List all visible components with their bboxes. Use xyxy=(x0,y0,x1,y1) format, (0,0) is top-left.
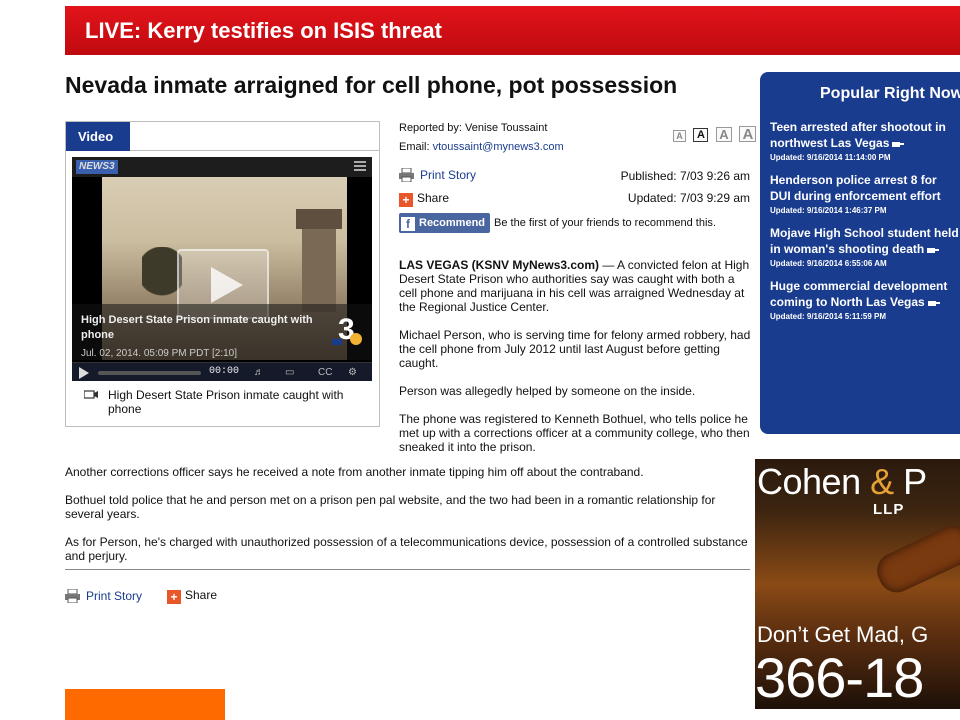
text-size-large[interactable]: A xyxy=(739,126,757,142)
popular-item[interactable]: Henderson police arrest 8 for DUI during… xyxy=(770,172,960,215)
popular-item[interactable]: Teen arrested after shootout in northwes… xyxy=(770,119,960,162)
byline: Reported by: Venise Toussaint xyxy=(399,122,548,134)
story-paragraph: LAS VEGAS (KSNV MyNews3.com) — A convict… xyxy=(399,258,750,314)
player-controls: 00:00 ♬ ▭ CC ⚙ xyxy=(72,362,372,381)
footer-promo-block[interactable] xyxy=(65,689,225,720)
video-box: Video NEWS3 High Desert State Prison inm… xyxy=(65,121,380,427)
updated-date: Updated: 7/03 9:29 am xyxy=(627,191,750,205)
story-paragraph: Bothuel told police that he and person m… xyxy=(65,493,716,521)
popular-item-updated: Updated: 9/16/2014 11:14:00 PM xyxy=(770,153,891,162)
pointing-hand-icon xyxy=(927,248,940,253)
ad-phone-number: 366-18 xyxy=(755,646,924,709)
story-paragraph: Person was allegedly helped by someone o… xyxy=(399,384,696,398)
reporter-email-link[interactable]: vtoussaint@mynews3.com xyxy=(433,141,564,153)
recommend-label[interactable]: Recommend xyxy=(419,217,485,229)
settings-icon[interactable]: ⚙ xyxy=(348,366,357,379)
story-paragraph: As for Person, he's charged with unautho… xyxy=(65,535,748,563)
email-label: Email: xyxy=(399,141,430,153)
progress-bar[interactable] xyxy=(98,371,201,375)
plus-icon: + xyxy=(399,193,413,207)
text-size-controls: A A A A xyxy=(673,124,759,142)
pointing-hand-icon xyxy=(927,301,940,306)
story-body-column: LAS VEGAS (KSNV MyNews3.com) — A convict… xyxy=(399,258,754,468)
video-overlay-date: Jul. 02, 2014. 05:09 PM PDT [2:10] xyxy=(81,348,238,359)
popular-list: Teen arrested after shootout in northwes… xyxy=(770,119,960,331)
video-caption[interactable]: High Desert State Prison inmate caught w… xyxy=(84,388,364,416)
story-paragraph: The phone was registered to Kenneth Both… xyxy=(399,412,750,454)
popular-item-link[interactable]: Henderson police arrest 8 for DUI during… xyxy=(770,172,960,204)
article-headline: Nevada inmate arraigned for cell phone, … xyxy=(65,72,678,98)
camera-icon xyxy=(84,390,98,399)
popular-title: Popular Right Now xyxy=(820,85,960,102)
story-paragraph: Michael Person, who is serving time for … xyxy=(399,328,751,370)
print-story-link[interactable]: Print Story xyxy=(399,168,476,182)
popular-item[interactable]: Mojave High School student held in woman… xyxy=(770,225,960,268)
share-label[interactable]: Share xyxy=(417,191,449,205)
popular-item-link[interactable]: Teen arrested after shootout in northwes… xyxy=(770,119,960,151)
video-overlay-title: High Desert State Prison inmate caught w… xyxy=(81,314,313,341)
share-link-bottom[interactable]: + Share xyxy=(167,588,217,604)
popular-item-link[interactable]: Huge commercial development coming to No… xyxy=(770,278,960,310)
ad-firm-name: Cohen & P xyxy=(757,461,927,502)
popular-item-link[interactable]: Mojave High School student held in woman… xyxy=(770,225,960,257)
popular-item-updated: Updated: 9/16/2014 1:46:37 PM xyxy=(770,206,887,215)
story-body-full: Another corrections officer says he rece… xyxy=(65,465,755,577)
video-tabs: Video xyxy=(66,122,379,151)
menu-icon[interactable] xyxy=(354,161,366,173)
printer-icon xyxy=(65,589,80,603)
text-size-medium[interactable]: A xyxy=(715,127,732,142)
popular-item-updated: Updated: 9/16/2014 6:55:06 AM xyxy=(770,259,887,268)
play-small-icon[interactable] xyxy=(79,367,89,379)
gavel-image xyxy=(871,519,960,599)
news3-logo: NEWS3 xyxy=(76,160,118,174)
recommend-button[interactable]: f Recommend xyxy=(399,213,491,233)
volume-icon[interactable]: ♬ xyxy=(254,366,264,379)
story-paragraph: Another corrections officer says he rece… xyxy=(65,465,644,479)
popular-item[interactable]: Huge commercial development coming to No… xyxy=(770,278,960,321)
popular-right-now-panel: Popular Right Now Teen arrested after sh… xyxy=(760,72,960,434)
law-firm-ad[interactable]: Cohen & P LLP Don’t Get Mad, G 366-18 xyxy=(755,459,960,709)
text-size-small[interactable]: A xyxy=(693,128,709,142)
share-link[interactable]: + Share xyxy=(399,191,449,207)
print-story-link-bottom[interactable]: Print Story xyxy=(65,589,142,603)
tab-video[interactable]: Video xyxy=(66,122,130,151)
recommend-text: Be the first of your friends to recommen… xyxy=(494,217,716,229)
facebook-recommend: f Recommend Be the first of your friends t… xyxy=(399,213,716,233)
print-story-label[interactable]: Print Story xyxy=(86,589,142,603)
share-label[interactable]: Share xyxy=(185,588,217,602)
print-story-label[interactable]: Print Story xyxy=(420,168,476,182)
email-line: Email: vtoussaint@mynews3.com xyxy=(399,141,564,153)
breaking-news-banner[interactable]: LIVE: Kerry testifies on ISIS threat xyxy=(65,6,960,55)
guard-tower xyxy=(296,209,342,312)
popular-item-updated: Updated: 9/16/2014 5:11:59 PM xyxy=(770,312,887,321)
cc-button[interactable]: CC xyxy=(318,366,332,379)
time-display: 00:00 xyxy=(209,366,240,377)
ad-llp: LLP xyxy=(873,501,905,518)
video-caption-text[interactable]: High Desert State Prison inmate caught w… xyxy=(108,388,364,416)
printer-icon xyxy=(399,168,414,182)
station-logo-icon: 3 xyxy=(332,313,362,346)
plus-icon: + xyxy=(167,590,181,604)
divider xyxy=(65,569,750,570)
published-date: Published: 7/03 9:26 am xyxy=(620,169,750,183)
facebook-icon: f xyxy=(401,217,415,231)
text-size-xsmall[interactable]: A xyxy=(673,130,686,142)
player-topbar: NEWS3 xyxy=(72,157,372,177)
fullscreen-icon[interactable]: ▭ xyxy=(285,366,294,379)
pointing-hand-icon xyxy=(892,142,905,147)
dateline: LAS VEGAS (KSNV MyNews3.com) xyxy=(399,258,600,272)
video-player[interactable]: NEWS3 High Desert State Prison inmate ca… xyxy=(72,157,372,381)
